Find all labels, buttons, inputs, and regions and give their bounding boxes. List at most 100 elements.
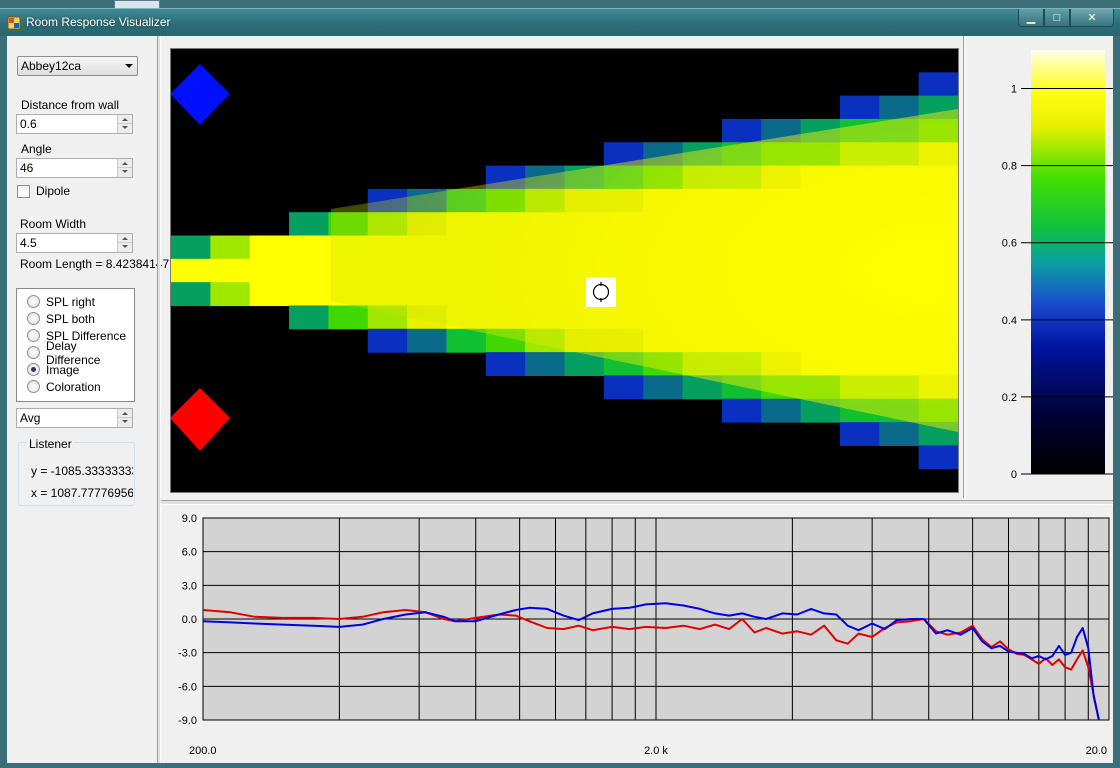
- y-tick-label: -3.0: [178, 648, 197, 660]
- y-tick-label: -6.0: [178, 681, 197, 693]
- client-area: Abbey12ca Distance from wall 0.6 Angle 4…: [7, 36, 1113, 763]
- radio-label: SPL right: [46, 294, 95, 309]
- room-width-value: 4.5: [20, 236, 37, 250]
- heatmap-cell: [289, 235, 329, 260]
- heatmap-cell: [839, 95, 880, 120]
- heatmap-cell: [289, 305, 329, 330]
- preset-combo[interactable]: Abbey12ca: [17, 56, 138, 76]
- radio-dot-1[interactable]: [27, 312, 40, 325]
- spin-down-icon[interactable]: [118, 124, 132, 133]
- spin-down-icon[interactable]: [118, 418, 132, 427]
- radio-dot-4[interactable]: [27, 363, 40, 376]
- room-length-text: Room Length = 8.42384147: [20, 257, 170, 271]
- minimize-button[interactable]: ▁: [1018, 9, 1044, 27]
- heatmap-cell: [249, 235, 290, 260]
- y-tick-label: -9.0: [178, 715, 197, 727]
- spin-up-icon[interactable]: [118, 409, 132, 418]
- dipole-checkbox[interactable]: Dipole: [17, 184, 70, 198]
- radio-label: SPL both: [46, 311, 95, 326]
- colorbar-canvas: 1 0.8 0.6 0.4 0.2 0: [1002, 50, 1113, 481]
- radio-coloration[interactable]: Coloration: [27, 378, 134, 395]
- spin-down-icon[interactable]: [118, 168, 132, 177]
- angle-spinner[interactable]: 46: [16, 158, 133, 178]
- close-button[interactable]: ✕: [1070, 9, 1114, 27]
- colorbar-tick-label: 0.6: [1002, 238, 1017, 250]
- radio-spl-right[interactable]: SPL right: [27, 293, 134, 310]
- heatmap-cell: [249, 282, 290, 307]
- room-heatmap[interactable]: [170, 48, 959, 493]
- x-tick-label: 20.0: [1086, 745, 1107, 757]
- radio-label: Coloration: [46, 379, 101, 394]
- heatmap-cell: [525, 352, 566, 377]
- spin-down-icon[interactable]: [118, 243, 132, 252]
- chevron-down-icon[interactable]: [125, 64, 133, 68]
- colorbar-tick-label: 0.4: [1002, 315, 1017, 327]
- colorbar-tick-label: 0.8: [1002, 161, 1017, 173]
- mode-combo-value: Avg: [20, 411, 41, 425]
- y-tick-label: 6.0: [182, 547, 197, 559]
- listener-y: y = -1085.333333333: [31, 464, 133, 478]
- colorbar-panel: 1 0.8 0.6 0.4 0.2 0: [969, 36, 1113, 498]
- radio-dot-2[interactable]: [27, 329, 40, 342]
- heatmap-cell: [879, 95, 920, 120]
- spin-up-icon[interactable]: [118, 234, 132, 243]
- radio-label: Image: [46, 362, 80, 377]
- control-panel: Abbey12ca Distance from wall 0.6 Angle 4…: [7, 36, 169, 763]
- heatmap-cell: [210, 258, 251, 283]
- y-tick-label: 3.0: [182, 580, 197, 592]
- preset-combo-value: Abbey12ca: [21, 59, 82, 73]
- heatmap-cell: [721, 398, 762, 423]
- heatmap-cell: [289, 212, 329, 237]
- radio-dot-3[interactable]: [27, 346, 40, 359]
- heatmap-cell: [721, 118, 762, 143]
- spin-up-icon[interactable]: [118, 159, 132, 168]
- heatmap-cell: [446, 328, 487, 353]
- heatmap-cell: [918, 445, 959, 470]
- horizontal-splitter[interactable]: [161, 500, 1113, 505]
- frequency-response-canvas[interactable]: 9.0 6.0 3.0 0.0 -3.0 -6.0 -9.0 200.0 2.0 k 20.0: [161, 506, 1113, 763]
- app-icon: [7, 16, 21, 30]
- angle-value: 46: [20, 161, 34, 175]
- checkbox-box[interactable]: [17, 184, 30, 198]
- maximize-button[interactable]: □: [1044, 9, 1070, 27]
- heatmap-cell: [249, 258, 290, 283]
- heatmap-cell: [761, 398, 802, 423]
- listener-legend: Listener: [27, 437, 74, 451]
- heatmap-cell: [171, 258, 211, 283]
- heatmap-cell: [879, 422, 920, 446]
- heatmap-cell: [918, 72, 959, 97]
- spin-up-icon[interactable]: [118, 115, 132, 124]
- colorbar-gradient: [1031, 50, 1105, 474]
- heatmap-cell: [485, 352, 526, 377]
- colorbar-tick-label: 0.2: [1002, 392, 1017, 404]
- heatmap-cell: [643, 375, 684, 400]
- y-tick-label: 9.0: [182, 513, 197, 525]
- distance-label: Distance from wall: [21, 98, 120, 112]
- radio-spl-both[interactable]: SPL both: [27, 310, 134, 327]
- angle-label: Angle: [21, 142, 52, 156]
- heatmap-cell: [839, 422, 880, 446]
- radio-delay-difference[interactable]: Delay Difference: [27, 339, 134, 367]
- heatmap-canvas[interactable]: [170, 49, 959, 492]
- heatmap-cell: [407, 328, 448, 353]
- colorbar-splitter[interactable]: [963, 36, 966, 498]
- radio-dot-5[interactable]: [27, 380, 40, 393]
- room-width-spinner[interactable]: 4.5: [16, 233, 133, 253]
- colorbar-tick-label: 0: [1011, 469, 1017, 481]
- listener-groupbox: Listener y = -1085.333333333 x = 1087.77…: [18, 437, 135, 506]
- x-tick-label: 200.0: [189, 745, 217, 757]
- heatmap-cell: [210, 282, 251, 307]
- heatmap-cell: [289, 258, 329, 283]
- room-width-label: Room Width: [20, 217, 87, 231]
- window-title: Room Response Visualizer: [26, 15, 171, 29]
- heatmap-cell: [289, 282, 329, 307]
- crosshair-circle-icon[interactable]: [586, 277, 616, 307]
- title-bar[interactable]: Room Response Visualizer ▁ □ ✕: [0, 8, 1120, 36]
- distance-spinner[interactable]: 0.6: [16, 114, 133, 134]
- radio-dot-0[interactable]: [27, 295, 40, 308]
- x-tick-label: 2.0 k: [644, 745, 668, 757]
- mode-combo[interactable]: Avg: [16, 408, 133, 428]
- heatmap-cell: [603, 375, 644, 400]
- colorbar-tick-label: 1: [1011, 84, 1017, 96]
- frequency-response-graph[interactable]: 9.0 6.0 3.0 0.0 -3.0 -6.0 -9.0 200.0 2.0 k 20.0: [161, 506, 1113, 763]
